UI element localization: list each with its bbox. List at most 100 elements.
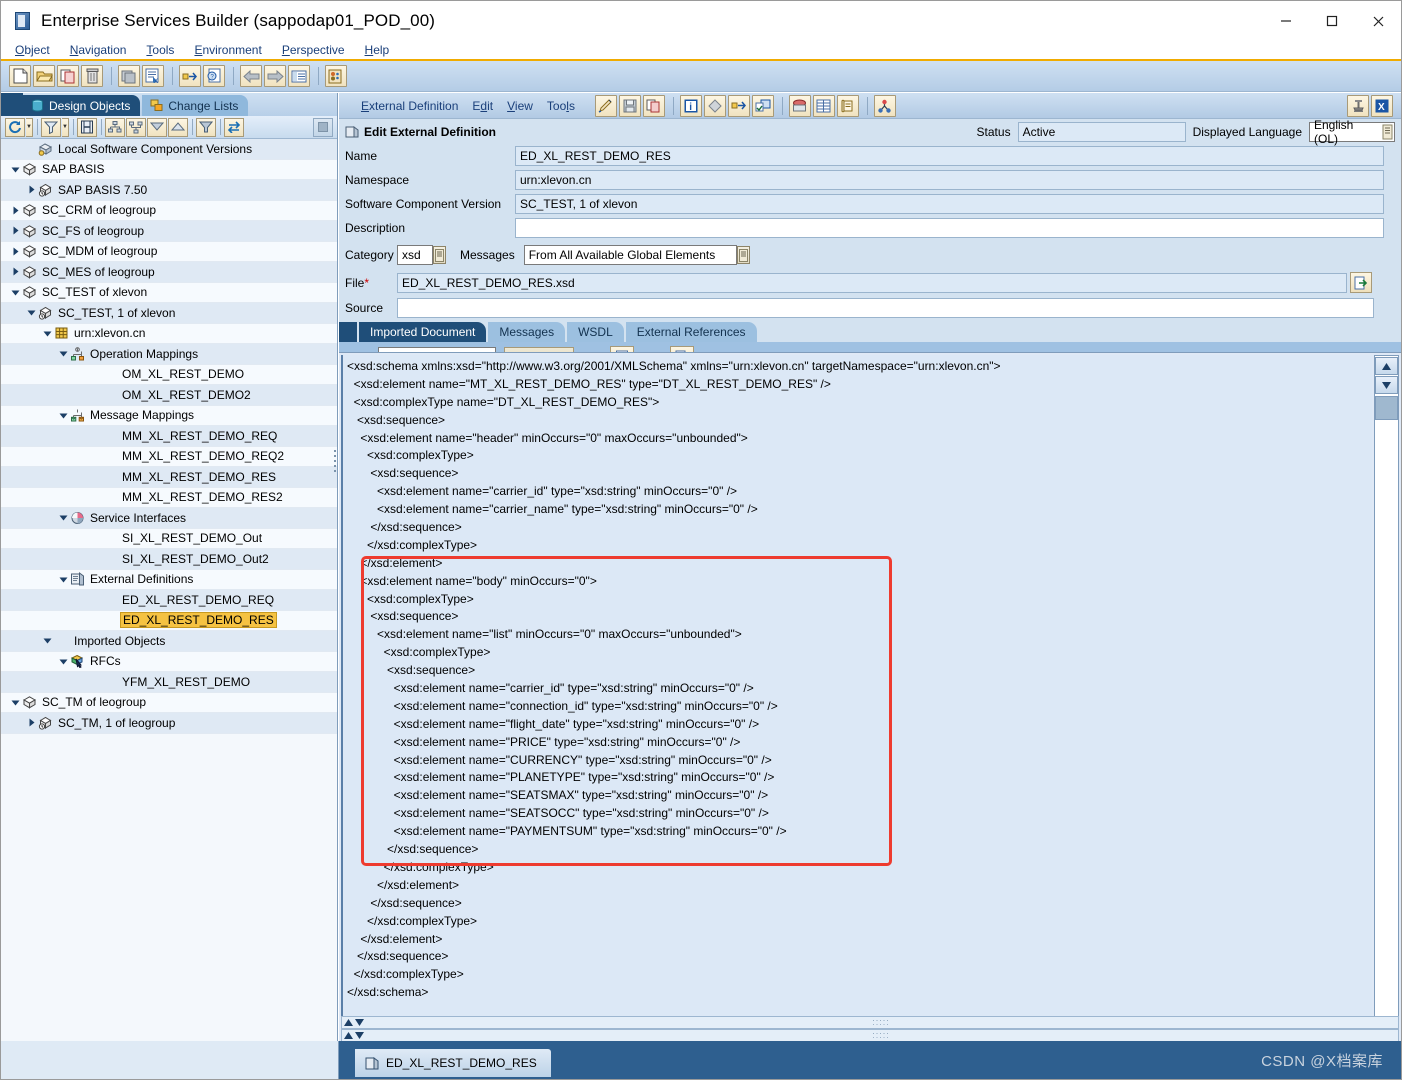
editor-menu-edit[interactable]: Edit xyxy=(472,99,493,113)
name-field[interactable]: ED_XL_REST_DEMO_RES xyxy=(515,146,1384,166)
taskbar-item-ed-xl-rest-demo-res[interactable]: ED_XL_REST_DEMO_RES xyxy=(355,1049,551,1077)
chevron-down-icon[interactable] xyxy=(41,327,54,340)
refresh-icon[interactable] xyxy=(5,117,25,137)
editor-menu-external-definition[interactable]: External Definition xyxy=(361,99,458,113)
tree-item[interactable]: ED_XL_REST_DEMO_REQ xyxy=(1,590,337,611)
tree-item[interactable]: SC_CRM of leogroup xyxy=(1,200,337,221)
hscroll-arrows[interactable] xyxy=(342,1019,364,1026)
menu-perspective[interactable]: Perspective xyxy=(282,43,345,57)
back-arrow-icon[interactable] xyxy=(240,65,262,87)
tree-item[interactable]: MM_XL_REST_DEMO_RES2 xyxy=(1,487,337,508)
pin-icon[interactable] xyxy=(1347,94,1369,117)
tree-item[interactable]: SI_XL_REST_DEMO_Out xyxy=(1,528,337,549)
collapse-all-icon[interactable] xyxy=(168,117,188,137)
xsd-source-text[interactable]: <xsd:schema xmlns:xsd="http://www.w3.org… xyxy=(341,355,1372,1019)
tree-item[interactable]: MM_XL_REST_DEMO_REQ2 xyxy=(1,446,337,467)
chevron-down-icon[interactable] xyxy=(9,163,22,176)
tree-item[interactable]: Operation Mappings xyxy=(1,344,337,365)
refresh-dropdown-caret[interactable]: ▼ xyxy=(26,117,33,137)
menu-help[interactable]: Help xyxy=(365,43,390,57)
category-select-value[interactable]: xsd xyxy=(397,245,433,265)
open-folder-icon[interactable] xyxy=(33,65,55,87)
close-editor-icon[interactable]: X xyxy=(1371,94,1393,117)
chevron-down-icon[interactable] xyxy=(9,696,22,709)
filter-dropdown-caret[interactable]: ▼ xyxy=(62,117,69,137)
chevron-down-icon[interactable] xyxy=(57,511,70,524)
chevron-down-icon[interactable] xyxy=(57,347,70,360)
messages-select-value[interactable]: From All Available Global Elements xyxy=(523,245,737,265)
tree-item[interactable]: SI_XL_REST_DEMO_Out2 xyxy=(1,549,337,570)
collapse-subtree-icon[interactable] xyxy=(126,117,146,137)
history-icon[interactable] xyxy=(703,94,726,117)
tree-item[interactable]: OM_XL_REST_DEMO xyxy=(1,364,337,385)
expand-subtree-icon[interactable] xyxy=(105,117,125,137)
find-object-icon[interactable]: ? xyxy=(203,65,225,87)
info-icon[interactable]: i xyxy=(679,94,702,117)
close-button[interactable] xyxy=(1355,1,1401,41)
tree-item[interactable]: Service Interfaces xyxy=(1,508,337,529)
copy-icon[interactable] xyxy=(57,65,79,87)
copy-object-icon[interactable] xyxy=(642,94,665,117)
tree-item[interactable]: SAP BASIS xyxy=(1,159,337,180)
stop-icon[interactable] xyxy=(313,117,333,137)
switch-icon[interactable] xyxy=(224,117,244,137)
expand-all-icon[interactable] xyxy=(147,117,167,137)
scroll-down-button[interactable] xyxy=(1375,376,1398,394)
tree-item[interactable]: External Definitions xyxy=(1,569,337,590)
dependency-icon[interactable] xyxy=(873,94,896,117)
maximize-button[interactable] xyxy=(1309,1,1355,41)
display-table-icon[interactable] xyxy=(812,94,835,117)
chevron-down-icon[interactable] xyxy=(57,573,70,586)
filter-icon[interactable] xyxy=(41,117,61,137)
chevron-down-icon[interactable] xyxy=(41,634,54,647)
tree-item[interactable]: YFM_XL_REST_DEMO xyxy=(1,672,337,693)
import-file-icon[interactable] xyxy=(1350,272,1372,293)
chevron-down-icon[interactable] xyxy=(57,655,70,668)
scroll-document-icon[interactable] xyxy=(836,94,859,117)
where-used-icon[interactable] xyxy=(727,94,750,117)
menu-tools[interactable]: Tools xyxy=(146,43,174,57)
save-all-icon[interactable] xyxy=(118,65,140,87)
dropdown-icon[interactable] xyxy=(1382,124,1393,143)
tree-item[interactable]: SAP BASIS 7.50 xyxy=(1,180,337,201)
scroll-up-button[interactable] xyxy=(1375,357,1398,375)
cache-notification-icon[interactable] xyxy=(325,65,347,87)
where-used-icon[interactable] xyxy=(179,65,201,87)
chevron-right-icon[interactable] xyxy=(25,183,38,196)
tab-imported-document[interactable]: Imported Document xyxy=(359,322,487,342)
chevron-right-icon[interactable] xyxy=(9,204,22,217)
scroll-thumb[interactable] xyxy=(1375,396,1398,420)
tab-messages[interactable]: Messages xyxy=(488,322,566,342)
object-tree[interactable]: Local Software Component Versions SAP BAS… xyxy=(1,139,337,1041)
chevron-right-icon[interactable] xyxy=(9,245,22,258)
code-vertical-scrollbar[interactable] xyxy=(1374,355,1399,1019)
editor-menu-view[interactable]: View xyxy=(507,99,533,113)
chevron-right-icon[interactable] xyxy=(25,716,38,729)
namespace-field[interactable]: urn:xlevon.cn xyxy=(515,170,1384,190)
tree-item[interactable]: SC_FS of leogroup xyxy=(1,221,337,242)
save-icon[interactable] xyxy=(618,94,641,117)
messages-dropdown-icon[interactable] xyxy=(736,246,750,264)
menu-environment[interactable]: Environment xyxy=(194,43,261,57)
category-dropdown-icon[interactable] xyxy=(433,246,446,264)
panel-scroll-grip[interactable]: ::::: xyxy=(364,1031,1398,1040)
panel-splitter-handle[interactable] xyxy=(332,438,338,484)
minimize-button[interactable] xyxy=(1263,1,1309,41)
chevron-down-icon[interactable] xyxy=(57,409,70,422)
tree-item[interactable]: urn:xlevon.cn xyxy=(1,323,337,344)
tree-item[interactable]: ED_XL_REST_DEMO_RES xyxy=(1,610,337,631)
chevron-right-icon[interactable] xyxy=(9,265,22,278)
code-horizontal-scrollbar[interactable]: ::::: xyxy=(341,1016,1399,1029)
hscroll-grip[interactable]: ::::: xyxy=(364,1018,1398,1027)
delete-trash-icon[interactable] xyxy=(81,65,103,87)
edit-pencil-icon[interactable] xyxy=(594,94,617,117)
tree-item[interactable]: SC_MDM of leogroup xyxy=(1,241,337,262)
check-document-icon[interactable]: x xyxy=(142,65,164,87)
menu-object[interactable]: OObjectbject xyxy=(15,43,50,57)
tree-item[interactable]: Local Software Component Versions xyxy=(1,139,337,160)
source-field[interactable] xyxy=(397,297,1374,318)
tree-item[interactable]: SC_MES of leogroup xyxy=(1,262,337,283)
description-field[interactable] xyxy=(515,218,1384,238)
tab-external-references[interactable]: External References xyxy=(625,322,757,342)
tree-item[interactable]: Message Mappings xyxy=(1,405,337,426)
